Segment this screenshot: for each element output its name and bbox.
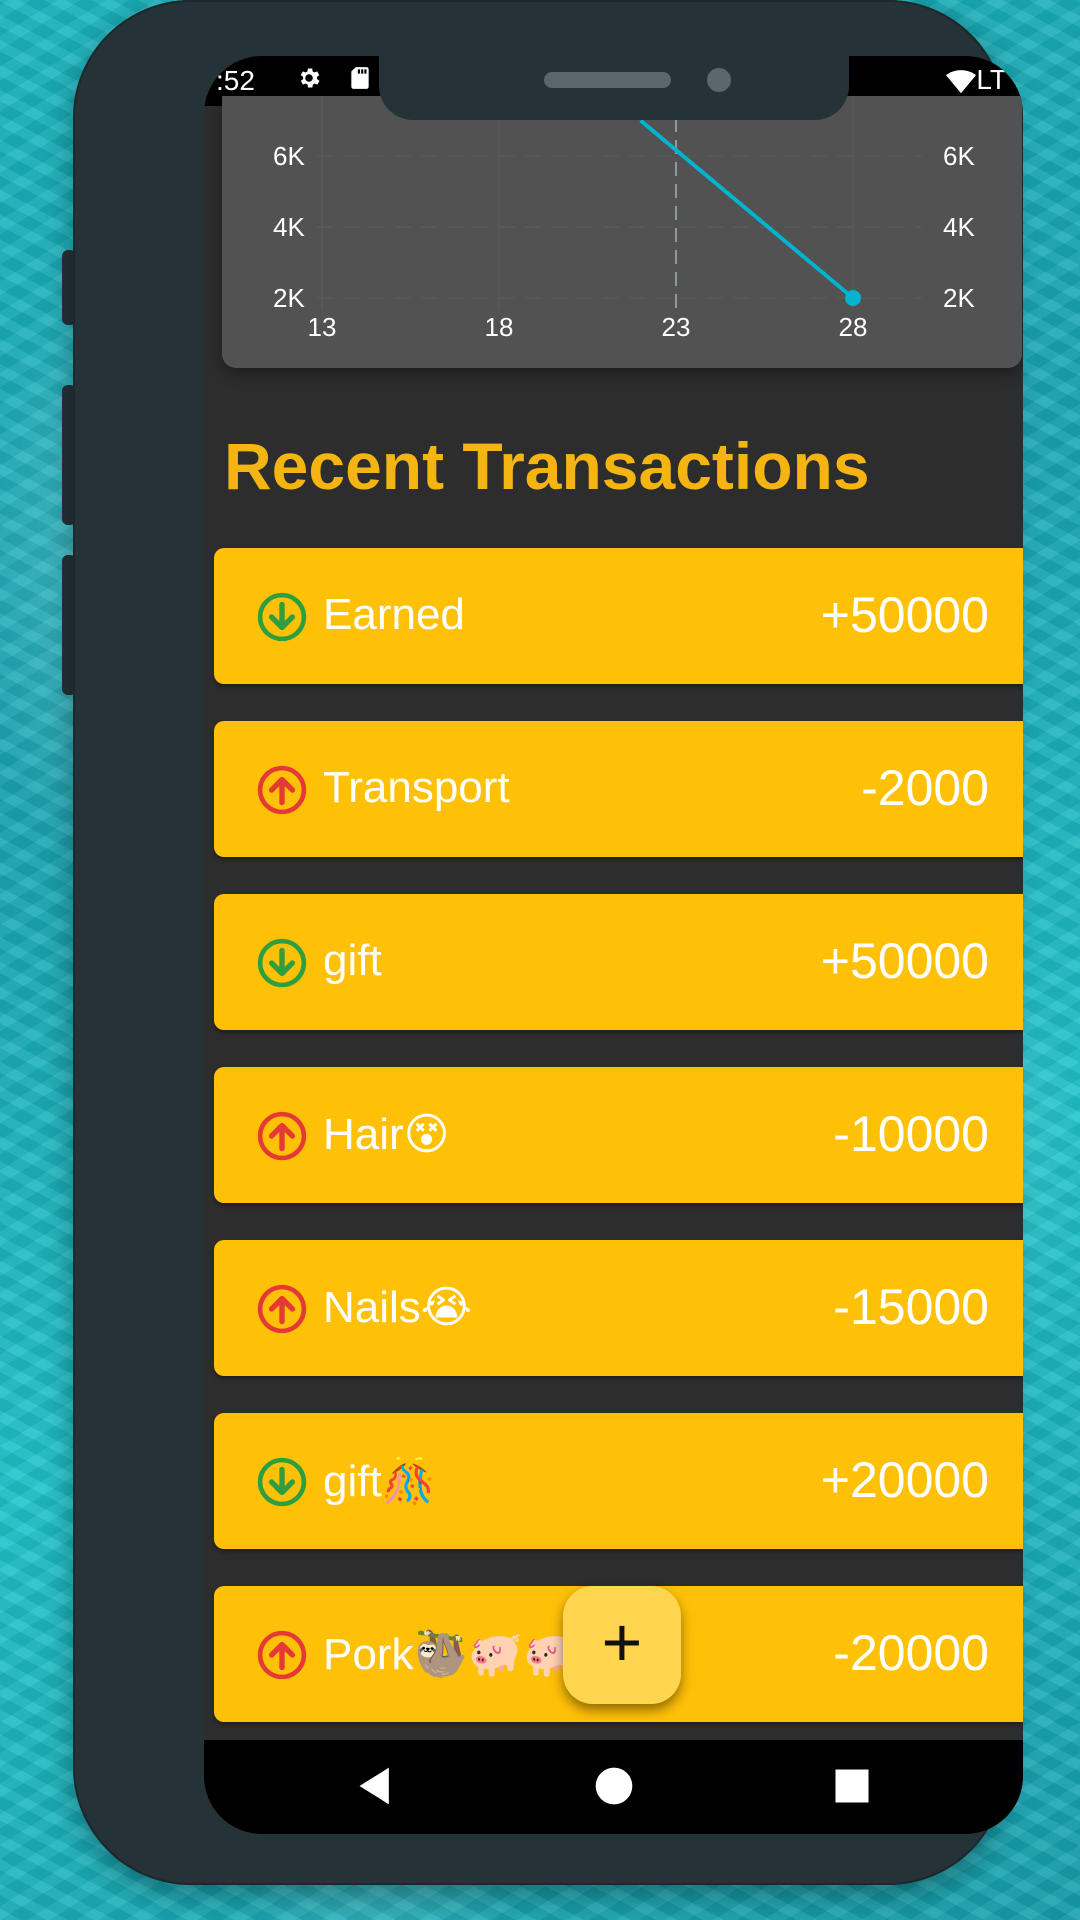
arrow-up-circle-icon [257, 1630, 307, 1680]
y-tick-right-6k: 6K [943, 141, 975, 171]
y-tick-left-6k: 6K [273, 141, 305, 171]
system-nav-bar [204, 1740, 1023, 1834]
arrow-down-circle-icon [257, 938, 307, 988]
back-icon[interactable] [354, 1764, 398, 1808]
y-tick-right-2k: 2K [943, 283, 975, 313]
transaction-row[interactable]: Hair😵 -10000 [214, 1067, 1023, 1203]
transaction-label: gift [323, 936, 382, 985]
arrow-up-circle-icon [257, 1111, 307, 1161]
transaction-label: Nails😭 [323, 1283, 473, 1332]
transaction-amount: -10000 [833, 1106, 989, 1162]
gear-icon [300, 68, 320, 88]
transaction-amount: +50000 [820, 587, 989, 643]
transaction-amount: -2000 [861, 760, 989, 816]
transaction-row[interactable]: Earned +50000 [214, 548, 1023, 684]
balance-chart: 6K 4K 2K 6K 4K 2K 13 18 23 28 [222, 96, 1022, 368]
transaction-amount: +20000 [820, 1452, 989, 1508]
arrow-down-circle-icon [257, 592, 307, 642]
transaction-label: gift🎊 [323, 1457, 437, 1506]
x-tick-13: 13 [308, 312, 337, 342]
phone-frame: :52 LT 6K 4K 2K 6K 4K 2K 13 18 23 28 Rec… [73, 0, 1023, 1885]
y-tick-right-4k: 4K [943, 212, 975, 242]
transaction-row[interactable]: gift +50000 [214, 894, 1023, 1030]
sd-card-icon [351, 67, 369, 89]
arrow-up-circle-icon [257, 1284, 307, 1334]
transaction-row[interactable]: Transport -2000 [214, 721, 1023, 857]
section-title: Recent Transactions [224, 429, 870, 503]
y-tick-left-2k: 2K [273, 283, 305, 313]
add-transaction-button[interactable]: + [563, 1586, 681, 1704]
data-point[interactable] [845, 290, 861, 306]
series-line [639, 118, 855, 300]
arrow-down-circle-icon [257, 1457, 307, 1507]
transaction-amount: -20000 [833, 1625, 989, 1681]
speaker [544, 72, 671, 88]
y-tick-left-4k: 4K [273, 212, 305, 242]
x-tick-28: 28 [839, 312, 868, 342]
x-tick-23: 23 [662, 312, 691, 342]
front-camera [707, 68, 731, 92]
line-chart: 6K 4K 2K 6K 4K 2K 13 18 23 28 [273, 96, 975, 342]
camera-notch [379, 56, 849, 120]
arrow-up-circle-icon [257, 765, 307, 815]
transaction-label: Pork🦥🐖🐖 [323, 1630, 578, 1679]
wifi-icon [946, 69, 977, 93]
home-icon[interactable] [592, 1764, 636, 1808]
x-tick-18: 18 [485, 312, 514, 342]
transaction-label: Transport [323, 763, 510, 812]
transaction-amount: +50000 [820, 933, 989, 989]
transaction-amount: -15000 [833, 1279, 989, 1335]
app-screen: :52 LT 6K 4K 2K 6K 4K 2K 13 18 23 28 Rec… [204, 56, 1023, 1834]
transaction-label: Hair😵 [323, 1110, 450, 1159]
recent-apps-icon[interactable] [830, 1764, 874, 1808]
transaction-row[interactable]: gift🎊 +20000 [214, 1413, 1023, 1549]
transaction-label: Earned [323, 590, 465, 639]
transaction-row[interactable]: Nails😭 -15000 [214, 1240, 1023, 1376]
status-time: :52 [216, 65, 255, 96]
status-indicators: LT [946, 64, 1007, 96]
network-type: LT [976, 64, 1007, 95]
